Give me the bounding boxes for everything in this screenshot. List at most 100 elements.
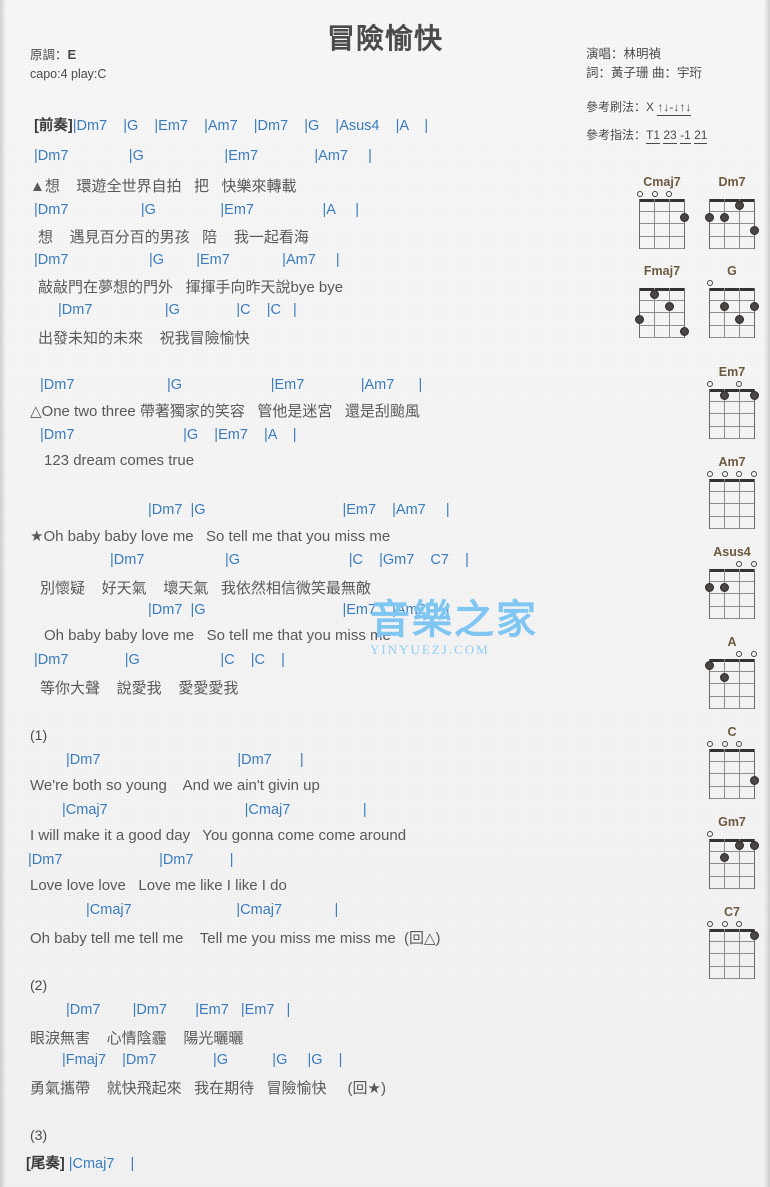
fret-line bbox=[709, 978, 755, 980]
strum-label: 參考刷法： bbox=[586, 100, 647, 114]
finger-dot bbox=[735, 200, 745, 210]
open-circle-icon bbox=[706, 741, 713, 747]
chord-diagram-label: Em7 bbox=[718, 365, 746, 379]
nut bbox=[709, 659, 755, 662]
pick-group-1: T1 bbox=[646, 128, 661, 144]
fret-line bbox=[709, 875, 755, 877]
capo-info: capo:4 play:C bbox=[30, 67, 107, 81]
string-line bbox=[709, 389, 711, 439]
lyric-line: 123 dream comes true bbox=[44, 452, 195, 469]
nut bbox=[639, 288, 685, 291]
string-line bbox=[668, 288, 671, 338]
finger-dot bbox=[750, 225, 760, 235]
song-credits: 演唱：林明禎 詞：黃子珊 曲：宇珩 bbox=[586, 45, 702, 83]
open-string-markers bbox=[702, 650, 762, 659]
outro-label: [尾奏] bbox=[26, 1156, 65, 1172]
nut bbox=[709, 749, 755, 752]
chord-line: |Fmaj7 |Dm7 |G |G |G | bbox=[62, 1052, 343, 1068]
string-line bbox=[723, 479, 726, 529]
strum-group-1: ↑↓ bbox=[657, 100, 670, 116]
finger-dot bbox=[750, 930, 760, 940]
lyric-line: 敲敲門在夢想的門外 揮揮手向昨天說bye bye bbox=[38, 279, 344, 296]
fret-line bbox=[639, 312, 685, 314]
string-line bbox=[753, 569, 756, 619]
outro-line: [尾奏] |Cmaj7 | bbox=[26, 1152, 134, 1173]
lyric-line: ★Oh baby baby love me So tell me that yo… bbox=[30, 528, 391, 545]
chord-diagram-am7: Am7 bbox=[702, 456, 762, 530]
fretboard bbox=[705, 569, 756, 620]
finger-dot bbox=[720, 302, 730, 312]
fret-line bbox=[709, 413, 755, 415]
fretboard bbox=[709, 479, 756, 530]
strum-x: X bbox=[646, 100, 655, 114]
section-label: (2) bbox=[30, 977, 48, 993]
intro-label: [前奏] bbox=[34, 118, 73, 134]
fret-line bbox=[639, 210, 685, 212]
fret-line bbox=[709, 210, 755, 212]
string-line bbox=[723, 749, 726, 799]
fret-line bbox=[709, 299, 755, 301]
fret-line bbox=[639, 248, 685, 250]
open-circle-icon bbox=[736, 921, 743, 927]
nut bbox=[709, 389, 755, 392]
pick-group-4: 21 bbox=[694, 128, 708, 144]
string-line bbox=[709, 199, 711, 249]
string-line bbox=[753, 479, 756, 529]
open-string-markers bbox=[702, 190, 762, 199]
original-key-row: 原調：E bbox=[30, 45, 106, 65]
chord-line: |Dm7 |Dm7 | bbox=[28, 852, 234, 868]
chord-diagram-label: Fmaj7 bbox=[643, 264, 681, 278]
string-line bbox=[738, 389, 741, 439]
open-circle-icon bbox=[651, 191, 658, 197]
fret-line bbox=[709, 953, 755, 955]
chord-line: |Dm7 |G |C |Gm7 C7 | bbox=[110, 552, 469, 568]
open-circle-icon bbox=[636, 191, 643, 197]
fretboard bbox=[709, 749, 760, 800]
open-circle-icon bbox=[706, 921, 713, 927]
open-string-markers bbox=[702, 830, 762, 839]
page-edge-left bbox=[0, 0, 6, 1187]
open-string-markers bbox=[702, 740, 762, 749]
nut bbox=[709, 288, 755, 291]
lyric-line: Oh baby tell me tell me Tell me you miss… bbox=[30, 930, 441, 947]
fret-line bbox=[709, 312, 755, 314]
finger-dot bbox=[735, 840, 745, 850]
fret-line bbox=[709, 337, 755, 339]
string-line bbox=[738, 479, 741, 529]
original-key-value: E bbox=[67, 47, 77, 62]
finger-dot bbox=[720, 390, 730, 400]
string-line bbox=[738, 749, 741, 799]
string-line bbox=[709, 839, 711, 889]
open-string-markers bbox=[632, 190, 692, 199]
open-circle-icon bbox=[706, 381, 713, 387]
string-line bbox=[723, 929, 726, 979]
string-line bbox=[738, 288, 741, 338]
open-circle-icon bbox=[706, 471, 713, 477]
nut bbox=[639, 199, 685, 202]
finger-dot bbox=[635, 314, 645, 324]
string-line bbox=[653, 199, 656, 249]
finger-dot bbox=[750, 775, 760, 785]
intro-chords: |Dm7 |G |Em7 |Am7 |Dm7 |G |Asus4 |A | bbox=[72, 118, 429, 134]
finger-dot bbox=[735, 314, 745, 324]
string-line bbox=[723, 569, 726, 619]
string-line bbox=[753, 659, 756, 709]
chord-line: |Dm7 |G |C |C | bbox=[34, 652, 285, 668]
chord-diagram-cmaj7: Cmaj7 bbox=[632, 176, 692, 250]
open-circle-icon bbox=[706, 280, 713, 286]
open-string-markers bbox=[702, 560, 762, 569]
finger-dot bbox=[720, 213, 730, 223]
strum-pattern: 參考刷法：X ↑↓-↓↑↓ bbox=[586, 98, 692, 116]
fretboard bbox=[709, 288, 760, 339]
finger-dot bbox=[720, 853, 730, 863]
fretboard bbox=[709, 839, 760, 890]
fret-line bbox=[709, 888, 755, 890]
finger-dot bbox=[720, 673, 730, 683]
fret-line bbox=[709, 940, 755, 942]
open-string-markers bbox=[702, 470, 762, 479]
chord-diagram-c7: C7 bbox=[702, 906, 762, 980]
chord-diagram-label: A bbox=[727, 635, 737, 649]
finger-dot bbox=[750, 840, 760, 850]
open-circle-icon bbox=[721, 741, 728, 747]
chord-diagram-label: C bbox=[727, 725, 737, 739]
